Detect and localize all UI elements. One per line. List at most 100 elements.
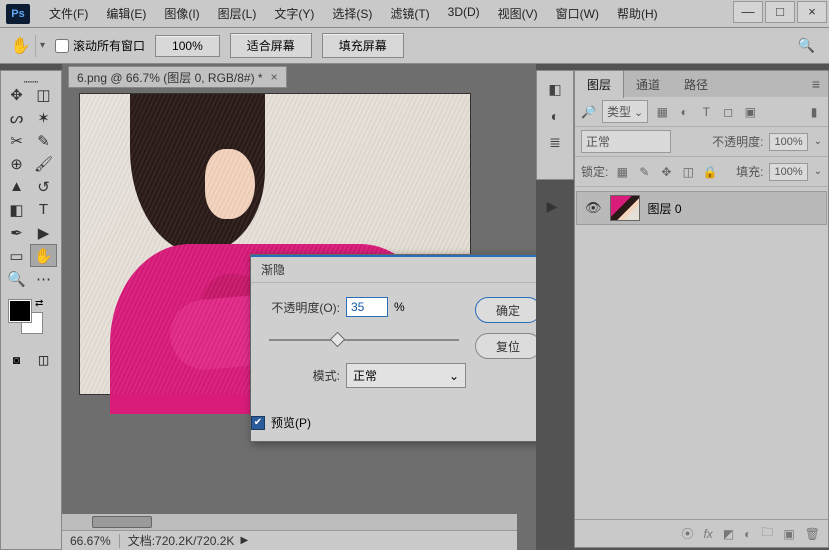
dialog-titlebar[interactable]: 渐隐 × — [251, 255, 536, 283]
layer-style-icon[interactable]: fx — [703, 527, 712, 541]
tab-paths[interactable]: 路径 — [672, 71, 720, 98]
fill-screen-button[interactable]: 填充屏幕 — [322, 33, 404, 58]
scroll-all-checkbox[interactable]: 滚动所有窗口 — [55, 37, 145, 54]
zoom-tool[interactable]: 🔍 — [3, 267, 30, 290]
move-tool[interactable]: ✥ — [3, 83, 30, 106]
menu-layer[interactable]: 图层(L) — [209, 0, 266, 27]
maximize-button[interactable]: □ — [765, 1, 795, 23]
crop-tool[interactable]: ✂ — [3, 129, 30, 152]
menu-3d[interactable]: 3D(D) — [439, 0, 489, 27]
zoom-100-button[interactable]: 100% — [155, 35, 220, 57]
horizontal-scrollbar[interactable] — [62, 514, 517, 530]
quick-mask-icon[interactable]: ◙ — [3, 348, 30, 371]
healing-tool[interactable]: ⊕ — [3, 152, 30, 175]
group-icon[interactable]: 🗀 — [761, 523, 773, 544]
panel-grip-icon[interactable]: ┈┈ — [3, 75, 59, 83]
menu-type[interactable]: 文字(Y) — [265, 0, 323, 27]
close-tab-icon[interactable]: × — [271, 70, 278, 84]
menu-file[interactable]: 文件(F) — [40, 0, 97, 27]
brush-tool[interactable]: 🖌 — [30, 152, 57, 175]
visibility-icon[interactable]: 👁 — [585, 200, 602, 216]
ok-button[interactable]: 确定 — [475, 297, 536, 323]
lasso-tool[interactable]: ᔕ — [3, 106, 30, 129]
dropdown-arrow-icon[interactable]: ▾ — [40, 40, 45, 51]
artboard-tool[interactable]: ◫ — [30, 83, 57, 106]
tab-layers[interactable]: 图层 — [575, 70, 624, 98]
filter-smart-icon[interactable]: ▣ — [742, 105, 758, 119]
adjustment-layer-icon[interactable]: ◐ — [744, 527, 751, 541]
menu-select[interactable]: 选择(S) — [323, 0, 381, 27]
dialog-title: 渐隐 — [261, 261, 285, 278]
blend-row: 正常 不透明度: 100% ⌄ — [575, 127, 828, 157]
layer-name[interactable]: 图层 0 — [648, 200, 682, 217]
pen-tool[interactable]: ✒ — [3, 221, 30, 244]
preview-checkbox[interactable]: ✔ — [251, 416, 265, 430]
opacity-input[interactable] — [346, 297, 388, 317]
status-doc-size[interactable]: 文档:720.2K/720.2K — [128, 532, 235, 549]
menu-window[interactable]: 窗口(W) — [547, 0, 608, 27]
rectangle-tool[interactable]: ▭ — [3, 244, 30, 267]
swap-colors-icon[interactable]: ⇄ — [35, 298, 43, 309]
lock-pixels-icon[interactable]: ▦ — [614, 165, 630, 179]
new-layer-icon[interactable]: ▣ — [783, 527, 794, 541]
link-layers-icon[interactable]: ⦿ — [681, 525, 693, 542]
document-tab[interactable]: 6.png @ 66.7% (图层 0, RGB/8#) * × — [68, 66, 287, 88]
search-icon[interactable]: 🔍 — [798, 37, 815, 54]
fit-screen-button[interactable]: 适合屏幕 — [230, 33, 312, 58]
menu-edit[interactable]: 编辑(E) — [97, 0, 155, 27]
filter-type-select[interactable]: 类型 ⌄ — [602, 100, 648, 123]
filter-type-icon[interactable]: T — [698, 105, 714, 119]
close-window-button[interactable]: × — [797, 1, 827, 23]
stamp-tool[interactable]: ▲ — [3, 175, 30, 198]
layer-thumbnail[interactable] — [610, 195, 640, 221]
tab-channels[interactable]: 通道 — [624, 71, 672, 98]
reset-button[interactable]: 复位 — [475, 333, 536, 359]
menu-help[interactable]: 帮助(H) — [608, 0, 667, 27]
options-bar: ✋ ▾ 滚动所有窗口 100% 适合屏幕 填充屏幕 🔍 — [0, 28, 829, 64]
status-zoom[interactable]: 66.67% — [70, 534, 111, 548]
panel-menu-icon[interactable]: ≡ — [812, 76, 828, 92]
path-select-tool[interactable]: ▶ — [30, 221, 57, 244]
menu-view[interactable]: 视图(V) — [489, 0, 547, 27]
eyedropper-tool[interactable]: ✎ — [30, 129, 57, 152]
foreground-color-swatch[interactable] — [9, 300, 31, 322]
extra-tool[interactable]: ⋯ — [30, 267, 57, 290]
collapsed-panel-icon-3[interactable]: ≣ — [549, 134, 561, 151]
type-tool[interactable]: T — [30, 198, 57, 221]
menu-filter[interactable]: 滤镜(T) — [381, 0, 438, 27]
lock-artboard-icon[interactable]: ◫ — [680, 165, 696, 179]
minimize-button[interactable]: — — [733, 1, 763, 23]
menu-image[interactable]: 图像(I) — [155, 0, 208, 27]
status-menu-icon[interactable]: ▶ — [240, 535, 248, 546]
chevron-down-icon[interactable]: ⌄ — [814, 166, 822, 177]
layer-opacity-input[interactable]: 100% — [769, 133, 807, 151]
chevron-down-icon[interactable]: ⌄ — [814, 136, 822, 147]
play-icon[interactable]: ▶ — [547, 198, 558, 215]
layer-fill-input[interactable]: 100% — [769, 163, 807, 181]
layer-mask-icon[interactable]: ◩ — [723, 527, 734, 541]
color-swatches[interactable]: ⇄ — [3, 298, 59, 348]
layer-list: 👁 图层 0 — [575, 187, 828, 519]
filter-adjust-icon[interactable]: ◐ — [676, 105, 692, 119]
delete-layer-icon[interactable]: 🗑 — [805, 527, 820, 541]
opacity-slider[interactable] — [269, 333, 459, 347]
filter-pixel-icon[interactable]: ▦ — [654, 105, 670, 119]
mode-select[interactable]: 正常 ⌄ — [346, 363, 466, 388]
screen-mode-icon[interactable]: ◫ — [30, 348, 57, 371]
scroll-all-input[interactable] — [55, 39, 69, 53]
blend-mode-select[interactable]: 正常 — [581, 130, 671, 153]
collapsed-panel-icon-2[interactable]: ◐ — [551, 108, 559, 124]
quick-select-tool[interactable]: ✶ — [30, 106, 57, 129]
lock-brush-icon[interactable]: ✎ — [636, 165, 652, 179]
filter-shape-icon[interactable]: ◻ — [720, 105, 736, 119]
filter-icon[interactable]: 🔎 — [581, 105, 596, 119]
hand-tool[interactable]: ✋ — [30, 244, 57, 267]
eraser-tool[interactable]: ◧ — [3, 198, 30, 221]
lock-all-icon[interactable]: 🔒 — [702, 165, 718, 179]
history-brush-tool[interactable]: ↺ — [30, 175, 57, 198]
layer-row[interactable]: 👁 图层 0 — [576, 191, 827, 225]
lock-position-icon[interactable]: ✥ — [658, 165, 674, 179]
document-tab-label: 6.png @ 66.7% (图层 0, RGB/8#) * — [77, 69, 263, 86]
filter-toggle-icon[interactable]: ▮ — [806, 105, 822, 119]
collapsed-panel-icon-1[interactable]: ◧ — [548, 81, 561, 98]
